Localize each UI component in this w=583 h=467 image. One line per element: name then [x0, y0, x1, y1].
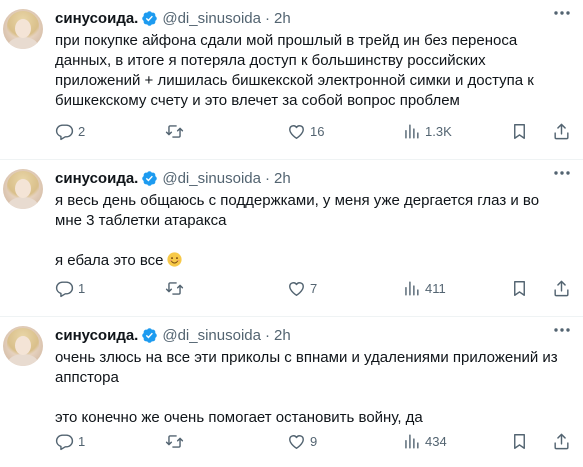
share-button[interactable] [552, 279, 571, 298]
avatar[interactable] [3, 9, 43, 49]
user-handle[interactable]: @di_sinusoida [162, 170, 261, 187]
tweet-header: синусоида. @di_sinusoida · 2h [55, 168, 573, 188]
avatar[interactable] [3, 326, 43, 366]
timestamp[interactable]: 2h [274, 170, 291, 187]
tweet[interactable]: синусоида. @di_sinusoida · 2h очень злюс… [0, 317, 583, 467]
share-button[interactable] [552, 432, 571, 451]
reply-count: 2 [78, 123, 86, 139]
user-handle[interactable]: @di_sinusoida [162, 327, 261, 344]
separator-dot: · [264, 326, 270, 344]
more-options-icon[interactable] [553, 10, 571, 16]
tweet-actions: 1 7 411 [55, 278, 573, 298]
bookmark-icon [514, 280, 525, 296]
tweet-actions: 2 16 1.3K [55, 121, 573, 141]
like-count: 7 [310, 280, 318, 296]
views-chart-icon [405, 433, 419, 449]
timestamp[interactable]: 2h [274, 10, 291, 27]
retweet-button[interactable] [165, 279, 188, 298]
more-options-icon[interactable] [553, 170, 571, 176]
separator-dot: · [264, 169, 270, 187]
reply-button[interactable]: 2 [55, 122, 85, 141]
retweet-icon [165, 434, 184, 448]
user-handle[interactable]: @di_sinusoida [162, 10, 261, 27]
display-name[interactable]: синусоида. [55, 170, 138, 187]
verified-badge-icon [142, 170, 158, 186]
verified-badge-icon [142, 10, 158, 26]
bookmark-icon [514, 433, 525, 449]
reply-icon [55, 433, 74, 450]
views-chart-icon [405, 123, 419, 139]
tweet-text: очень злюсь на все эти приколы с впнами … [55, 349, 558, 426]
separator-dot: · [264, 9, 270, 27]
retweet-button[interactable] [165, 432, 188, 451]
tweet-header: синусоида. @di_sinusoida · 2h [55, 325, 573, 345]
reply-icon [55, 123, 74, 140]
bookmark-button[interactable] [510, 432, 529, 451]
bookmark-button[interactable] [510, 279, 529, 298]
timestamp[interactable]: 2h [274, 327, 291, 344]
share-icon [554, 280, 569, 296]
tweet-text: я весь день общаюсь с поддержками, у мен… [55, 191, 573, 271]
retweet-icon [165, 281, 184, 295]
views-button[interactable]: 434 [402, 432, 447, 451]
reply-button[interactable]: 1 [55, 432, 85, 451]
reply-count: 1 [78, 433, 86, 449]
tweet[interactable]: синусоида. @di_sinusoida · 2h я весь ден… [0, 160, 583, 317]
share-icon [554, 123, 569, 139]
views-button[interactable]: 411 [402, 279, 446, 298]
display-name[interactable]: синусоида. [55, 10, 138, 27]
retweet-button[interactable] [165, 122, 188, 141]
share-button[interactable] [552, 122, 571, 141]
bookmark-icon [514, 123, 525, 139]
heart-icon [289, 281, 304, 296]
tweet-header: синусоида. @di_sinusoida · 2h [55, 8, 573, 28]
views-button[interactable]: 1.3K [402, 122, 452, 141]
tweet-actions: 1 9 434 [55, 431, 573, 451]
display-name[interactable]: синусоида. [55, 327, 138, 344]
verified-badge-icon [142, 327, 158, 343]
reply-icon [55, 280, 74, 297]
like-count: 16 [310, 123, 325, 139]
views-count: 1.3K [425, 123, 452, 139]
bookmark-button[interactable] [510, 122, 529, 141]
tweet-text-body: я весь день общаюсь с поддержками, у мен… [55, 192, 540, 269]
like-count: 9 [310, 433, 318, 449]
retweet-icon [165, 124, 184, 138]
reply-count: 1 [78, 280, 86, 296]
views-chart-icon [405, 280, 419, 296]
like-button[interactable]: 9 [287, 432, 317, 451]
tweet[interactable]: синусоида. @di_sinusoida · 2h при покупк… [0, 0, 583, 160]
like-button[interactable]: 16 [287, 122, 324, 141]
more-options-icon[interactable] [553, 327, 571, 333]
smiling-face-emoji-icon [166, 252, 182, 267]
tweet-text: при покупке айфона сдали мой прошлый в т… [55, 32, 534, 109]
views-count: 411 [425, 280, 446, 296]
like-button[interactable]: 7 [287, 279, 317, 298]
avatar[interactable] [3, 169, 43, 209]
share-icon [554, 433, 569, 449]
heart-icon [289, 434, 304, 449]
heart-icon [289, 124, 304, 139]
views-count: 434 [425, 433, 447, 449]
reply-button[interactable]: 1 [55, 279, 85, 298]
